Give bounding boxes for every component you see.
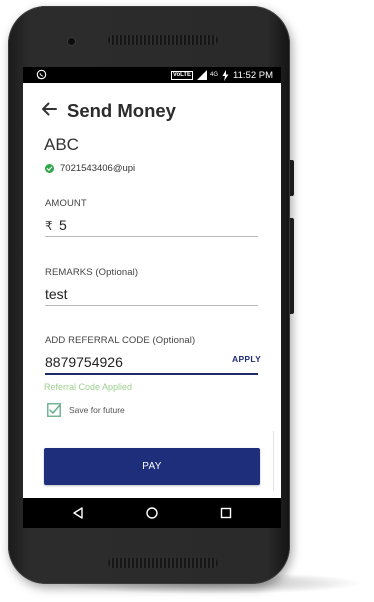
amount-field[interactable]: AMOUNT ₹5 bbox=[45, 198, 258, 237]
nav-home-icon[interactable] bbox=[145, 506, 159, 520]
referral-code-input[interactable]: 8879754926 bbox=[45, 354, 258, 370]
referral-code-field[interactable]: ADD REFERRAL CODE (Optional) 8879754926 bbox=[45, 335, 258, 375]
battery-charging-icon bbox=[222, 69, 229, 81]
amount-label: AMOUNT bbox=[45, 198, 87, 209]
amount-input[interactable]: ₹5 bbox=[45, 217, 258, 233]
payee-vpa-row: 7021543406@upi bbox=[45, 163, 135, 174]
status-right-group: VoLTE 4G 11:52 PM bbox=[170, 69, 273, 81]
save-for-future-label: Save for future bbox=[69, 405, 125, 415]
phone-screen: VoLTE 4G 11:52 PM Send Money ABC 7021543… bbox=[23, 67, 281, 528]
remarks-label: REMARKS (Optional) bbox=[45, 267, 139, 278]
remarks-field[interactable]: REMARKS (Optional) test bbox=[45, 267, 258, 306]
referral-status-message: Referral Code Applied bbox=[44, 382, 133, 392]
signal-icon bbox=[197, 70, 208, 80]
rupee-symbol: ₹ bbox=[45, 219, 53, 233]
referral-code-label: ADD REFERRAL CODE (Optional) bbox=[45, 335, 196, 346]
network-type-label: 4G bbox=[210, 72, 219, 78]
payee-name: ABC bbox=[44, 135, 79, 154]
verified-check-icon bbox=[45, 164, 54, 173]
power-button bbox=[290, 160, 294, 196]
amount-value: 5 bbox=[59, 217, 67, 233]
referral-code-underline bbox=[45, 373, 258, 375]
scroll-indicator bbox=[273, 431, 274, 491]
amount-underline bbox=[45, 236, 258, 237]
whatsapp-icon bbox=[36, 69, 47, 80]
volte-badge: VoLTE bbox=[170, 70, 194, 80]
status-bar: VoLTE 4G 11:52 PM bbox=[23, 67, 281, 83]
nav-back-icon[interactable] bbox=[71, 506, 85, 520]
nav-recents-icon[interactable] bbox=[219, 506, 233, 520]
apply-referral-button[interactable]: APPLY bbox=[232, 354, 261, 364]
bottom-speaker-grille bbox=[108, 558, 218, 568]
front-camera bbox=[68, 38, 75, 45]
save-for-future-row[interactable]: Save for future bbox=[47, 403, 125, 417]
android-nav-bar bbox=[23, 498, 281, 528]
app-header: Send Money bbox=[23, 83, 281, 139]
remarks-underline bbox=[45, 305, 258, 306]
page-title: Send Money bbox=[67, 100, 176, 121]
status-clock: 11:52 PM bbox=[233, 69, 273, 81]
volume-rocker bbox=[290, 218, 294, 314]
remarks-input[interactable]: test bbox=[45, 286, 258, 302]
save-for-future-checkbox[interactable] bbox=[47, 403, 61, 417]
payee-vpa: 7021543406@upi bbox=[60, 163, 136, 174]
pay-button[interactable]: PAY bbox=[44, 448, 260, 485]
top-speaker-grille bbox=[108, 35, 218, 45]
back-arrow-icon[interactable] bbox=[39, 99, 59, 119]
